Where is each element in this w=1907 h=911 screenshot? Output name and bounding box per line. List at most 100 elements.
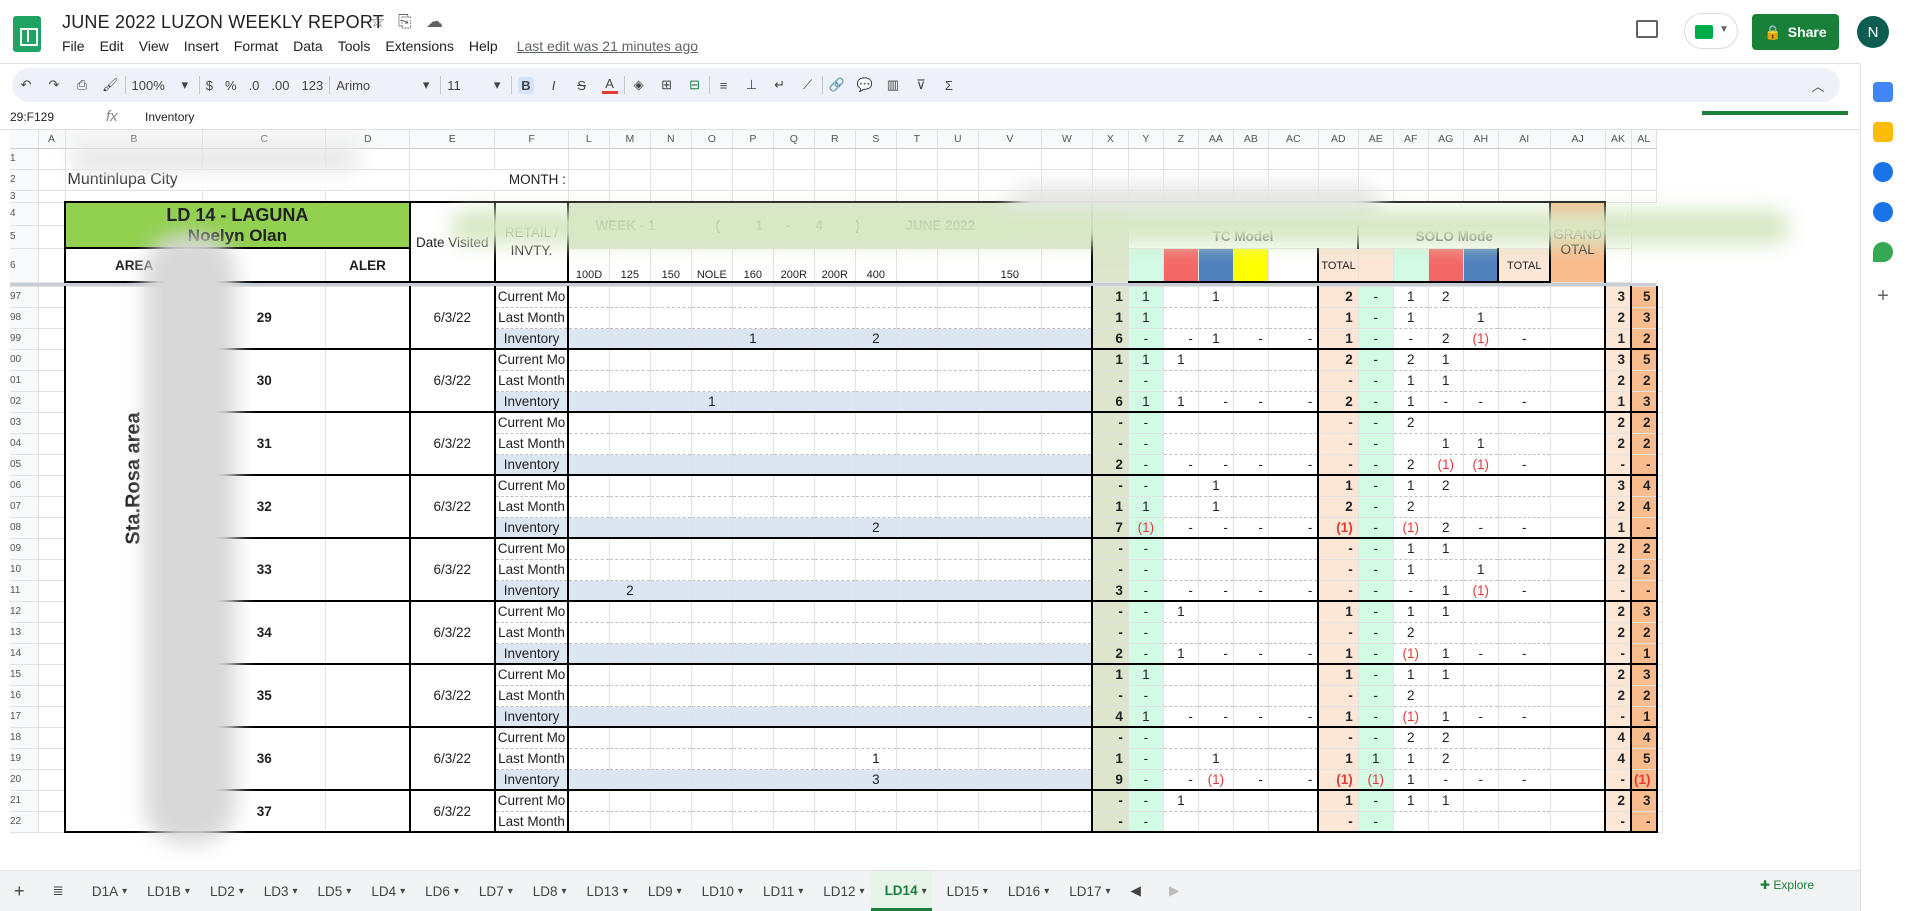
solo-model-cell[interactable] [1498, 811, 1551, 833]
solo-total[interactable]: 2 [1604, 622, 1632, 644]
week-cell[interactable] [814, 559, 856, 581]
week-cell[interactable] [937, 475, 979, 497]
week-total[interactable]: 1 [1091, 748, 1129, 770]
row-header[interactable]: 03 [10, 412, 39, 434]
currency-button[interactable]: $ [206, 78, 213, 93]
solo-model-cell[interactable] [1463, 496, 1499, 518]
solo-total[interactable]: 2 [1604, 307, 1632, 329]
all-sheets-icon[interactable]: ≣ [39, 883, 78, 899]
tc-total[interactable]: 1 [1317, 307, 1359, 329]
contacts-icon[interactable] [1873, 202, 1893, 222]
week-cell[interactable] [609, 433, 651, 455]
cell[interactable] [978, 148, 1042, 170]
tc-total[interactable]: 1 [1317, 328, 1359, 350]
week-cell[interactable] [896, 685, 938, 707]
column-header[interactable]: AE [1358, 130, 1394, 149]
week-cell[interactable] [609, 622, 651, 644]
solo-model-cell[interactable] [1463, 664, 1499, 686]
week-cell[interactable] [896, 727, 938, 749]
week-cell[interactable] [855, 391, 897, 413]
chevron-down-icon[interactable]: ▾ [983, 886, 988, 897]
row-header[interactable]: 6 [10, 248, 39, 283]
row-header[interactable]: 11 [10, 580, 39, 602]
week-cell[interactable]: 3 [855, 769, 897, 791]
tc-model-cell[interactable]: - [1268, 706, 1319, 728]
week-cell[interactable] [937, 454, 979, 476]
cell[interactable] [896, 190, 938, 203]
solo-model-cell[interactable]: 1 [1393, 664, 1429, 686]
week-cell[interactable] [937, 496, 979, 518]
week-cell[interactable] [732, 286, 774, 308]
tc-total[interactable]: - [1317, 559, 1359, 581]
tc-total[interactable]: 2 [1317, 286, 1359, 308]
solo-model-cell[interactable]: - [1463, 643, 1499, 665]
week-cell[interactable] [773, 601, 815, 623]
week-cell[interactable] [855, 727, 897, 749]
solo-model-cell[interactable]: - [1463, 391, 1499, 413]
column-header[interactable]: R [814, 130, 856, 149]
cell[interactable] [38, 190, 66, 203]
cell[interactable] [1428, 190, 1464, 203]
tc-model-cell[interactable] [1268, 307, 1319, 329]
cell[interactable] [773, 148, 815, 170]
tc-model-cell[interactable] [1233, 307, 1269, 329]
solo-blank[interactable] [1550, 349, 1606, 371]
week-total[interactable]: 2 [1091, 643, 1129, 665]
tc-model-cell[interactable]: (1) [1128, 517, 1164, 539]
week-cell[interactable] [568, 454, 610, 476]
menu-edit[interactable]: Edit [100, 38, 124, 58]
tc-model-cell[interactable]: - [1268, 328, 1319, 350]
cell[interactable] [1656, 433, 1663, 455]
font-size-select[interactable]: 11 [447, 78, 477, 93]
week-cell[interactable] [896, 769, 938, 791]
solo-model-cell[interactable]: 1 [1393, 475, 1429, 497]
cell[interactable] [650, 190, 692, 203]
solo-model-cell[interactable]: 1 [1428, 643, 1464, 665]
cell[interactable] [38, 769, 66, 791]
tc-model-cell[interactable] [1163, 496, 1199, 518]
row-header[interactable]: 1 [10, 148, 39, 170]
week-cell[interactable] [732, 412, 774, 434]
cell[interactable] [409, 148, 496, 170]
solo-model-cell[interactable]: 1 [1463, 559, 1499, 581]
cell[interactable] [1656, 286, 1663, 308]
week-cell[interactable] [773, 622, 815, 644]
row-header[interactable]: 10 [10, 559, 39, 581]
week-cell[interactable] [650, 307, 692, 329]
keep-icon[interactable] [1873, 122, 1893, 142]
tc-model-cell[interactable] [1233, 622, 1269, 644]
tc-model-cell[interactable] [1163, 538, 1199, 560]
tc-model-cell[interactable] [1233, 601, 1269, 623]
week-total[interactable]: - [1091, 727, 1129, 749]
solo-total[interactable]: 2 [1604, 685, 1632, 707]
week-cell[interactable] [814, 643, 856, 665]
week-cell[interactable] [855, 790, 897, 812]
week-cell[interactable] [937, 517, 979, 539]
week-cell[interactable] [773, 433, 815, 455]
scroll-tabs-right-icon[interactable]: ▶ [1155, 883, 1193, 899]
row-header[interactable]: 99 [10, 328, 39, 350]
cell[interactable] [1656, 538, 1663, 560]
link-icon[interactable]: 🔗 [829, 77, 845, 93]
week-cell[interactable] [568, 286, 610, 308]
week-total[interactable]: 1 [1091, 349, 1129, 371]
solo-model-cell[interactable] [1428, 622, 1464, 644]
tc-model-cell[interactable]: - [1128, 538, 1164, 560]
solo-model-cell[interactable]: - [1358, 706, 1394, 728]
cell[interactable] [38, 286, 66, 308]
week-cell[interactable] [773, 580, 815, 602]
week-cell[interactable] [568, 664, 610, 686]
week-cell[interactable] [773, 706, 815, 728]
star-icon[interactable]: ☆ [370, 12, 385, 32]
solo-total[interactable]: 2 [1604, 370, 1632, 392]
week-cell[interactable] [650, 454, 692, 476]
tc-model-cell[interactable] [1163, 622, 1199, 644]
solo-blank[interactable] [1550, 643, 1606, 665]
tc-model-cell[interactable]: - [1268, 517, 1319, 539]
week-cell[interactable] [609, 307, 651, 329]
cell[interactable] [1393, 148, 1429, 170]
week-cell[interactable] [937, 559, 979, 581]
tc-model-cell[interactable] [1268, 370, 1319, 392]
solo-model-cell[interactable]: 2 [1393, 685, 1429, 707]
solo-model-cell[interactable]: (1) [1393, 706, 1429, 728]
